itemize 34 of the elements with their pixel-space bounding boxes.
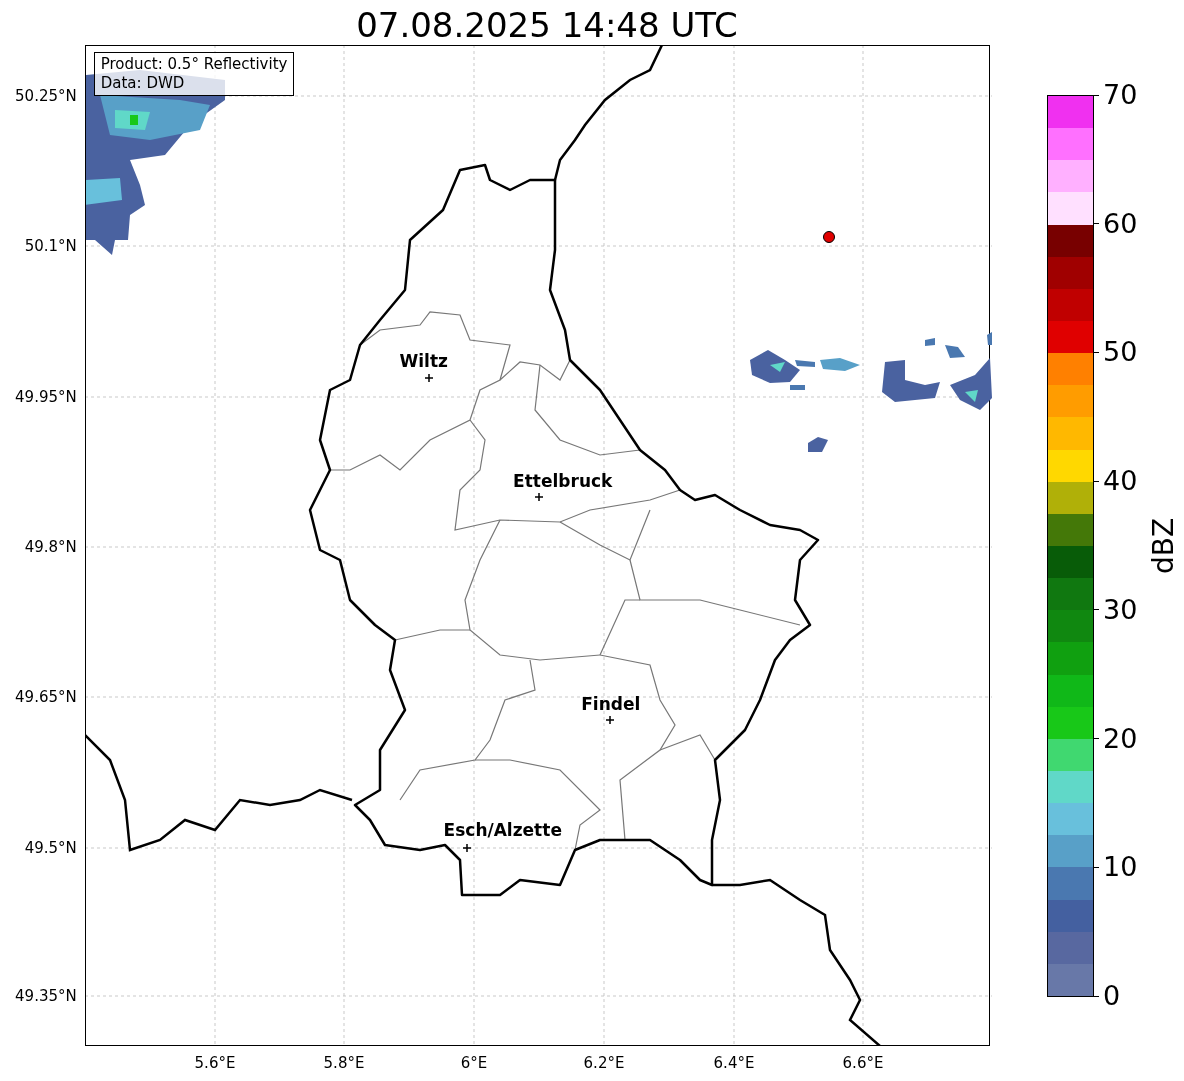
location-dot [822, 231, 835, 243]
city-marker [424, 373, 434, 383]
latitude-label: 49.8°N [24, 536, 77, 558]
colorbar-title: dBZ [1146, 517, 1181, 575]
longitude-label: 5.8°E [323, 1053, 365, 1074]
info-text: Product: 0.5° Reflectivity [100, 55, 288, 74]
city-label: Esch/Alzette [443, 819, 562, 843]
city-label: Wiltz [399, 350, 448, 374]
latitude-label: 50.25°N [15, 85, 77, 107]
latitude-label: 50.1°N [24, 235, 77, 257]
longitude-label: 6.2°E [583, 1053, 625, 1074]
colorbar-tick-label: 10 [1103, 852, 1138, 883]
city-label: Findel [581, 693, 641, 717]
city-marker [605, 715, 615, 725]
longitude-label: 5.6°E [194, 1053, 236, 1074]
latitude-label: 49.95°N [15, 386, 77, 408]
city-marker [462, 843, 472, 853]
colorbar-tick-label: 70 [1103, 80, 1138, 110]
colorbar-tick-label: 30 [1103, 594, 1138, 625]
latitude-label: 49.65°N [15, 686, 77, 708]
colorbar-tick-label: 50 [1103, 337, 1138, 368]
colorbar-tick-label: 60 [1103, 208, 1138, 239]
city-label: Ettelbruck [513, 470, 613, 494]
city-marker [534, 492, 544, 502]
figure-title: 07.08.2025 14:48 UTC [356, 5, 738, 45]
longitude-label: 6.4°E [713, 1053, 755, 1074]
latitude-label: 49.5°N [24, 837, 77, 859]
colorbar-tick-label: 20 [1103, 723, 1138, 754]
info-text: Data: DWD [100, 74, 186, 93]
colorbar-tick-label: 40 [1103, 466, 1138, 497]
colorbar-tick-label: 0 [1103, 981, 1121, 1011]
latitude-label: 49.35°N [15, 985, 77, 1007]
longitude-label: 6.6°E [842, 1053, 884, 1074]
longitude-label: 6°E [460, 1053, 488, 1074]
